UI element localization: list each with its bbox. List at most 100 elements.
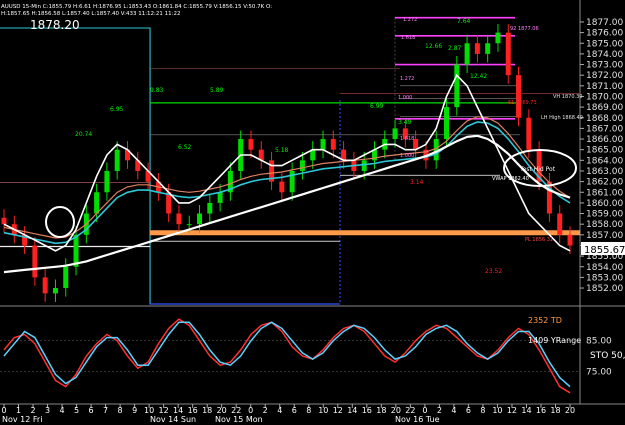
x-tick-label: 5 (74, 406, 79, 415)
x-tick-label: 18 (550, 406, 560, 415)
y-tick-label: 1858.00 (586, 220, 623, 230)
candle-body (176, 213, 182, 225)
y-tick-label: 1863.00 (586, 167, 623, 177)
level-label: VH 1870.30 (553, 94, 582, 100)
header-big-level: 1878.20 (30, 18, 80, 32)
x-tick-label: 16 (188, 406, 198, 415)
x-tick-label: 8 (118, 406, 123, 415)
y-tick-label: 1866.00 (586, 135, 623, 145)
x-tick-label: 0 (1, 406, 6, 415)
level-label: PL 1856.31 (525, 237, 553, 243)
x-tick-label: 20 (217, 406, 227, 415)
candle-body (186, 224, 192, 226)
x-tick-label: 10 (318, 406, 328, 415)
x-tick-label: 16 (362, 406, 372, 415)
stoch-cyan-line (3, 321, 571, 388)
y-tick-label: 1875.00 (586, 39, 623, 49)
y-tick-label: 1852.00 (586, 284, 623, 294)
annotation-label: 12.42 (470, 73, 487, 80)
y-tick-label: 1872.00 (586, 71, 623, 81)
y-tick-label: 1853.00 (586, 273, 623, 283)
x-tick-label: 20 (391, 406, 401, 415)
date-label: Nov 14 Sun (150, 415, 196, 424)
candle-body (42, 277, 48, 294)
candle-body (454, 64, 460, 108)
candle-body (197, 213, 203, 225)
annotation-label: 5.18 (275, 147, 289, 154)
y-tick-label: 1861.00 (586, 188, 623, 198)
x-tick-label: 7 (103, 406, 108, 415)
y-tick-label: 1854.00 (586, 263, 623, 273)
candle-body (207, 202, 213, 214)
candle-body (217, 192, 223, 203)
fib-label: 1.618 (400, 136, 414, 142)
x-tick-label: 20 (565, 406, 575, 415)
chart-window: 1852.001853.001854.001855.001856.001857.… (0, 0, 625, 425)
x-tick-label: 16 (536, 406, 546, 415)
annotation-label: 6.99 (370, 103, 384, 110)
x-tick-label: 2 (263, 406, 268, 415)
y-tick-label: 1874.00 (586, 50, 623, 60)
fib-label: 1.272 (403, 17, 417, 23)
x-tick-label: 3 (45, 406, 50, 415)
candle-body (63, 266, 69, 289)
x-tick-label: 10 (144, 406, 154, 415)
x-tick-label: 12 (507, 406, 517, 415)
y-tick-label: 1877.00 (586, 18, 623, 28)
annotation-label: 12.66 (425, 43, 442, 50)
candle-body (320, 139, 326, 150)
x-tick-label: 18 (202, 406, 212, 415)
candle-body (279, 181, 285, 193)
candle-body (464, 43, 470, 65)
annotation-label: 6.52 (178, 144, 192, 151)
x-tick-label: 2 (30, 406, 35, 415)
candle-body (330, 139, 336, 150)
y-tick-label: 1865.00 (586, 146, 623, 156)
date-label: Nov 12 Fri (2, 415, 42, 424)
fib-label: 1.618 (401, 35, 415, 41)
annotation-label: 23.52 (485, 268, 502, 275)
x-tick-label: 14 (173, 406, 183, 415)
y-tick-label: 1860.00 (586, 199, 623, 209)
callout-text: Test Hid Pot (519, 166, 556, 173)
x-tick-label: 22 (231, 406, 241, 415)
x-tick-label: 18 (376, 406, 386, 415)
annotation-label: 2.87 (448, 45, 462, 52)
x-tick-label: 0 (248, 406, 253, 415)
x-tick-label: 14 (521, 406, 531, 415)
ma-white-line (3, 73, 571, 252)
stoch-red-line (3, 318, 571, 394)
candle-body (1, 217, 7, 225)
annotation-label: 7.64 (457, 18, 471, 25)
x-tick-label: 8 (306, 406, 311, 415)
candle-body (114, 149, 120, 171)
annotation-label: 3.49 (398, 119, 412, 126)
annotation-label: 9.83 (150, 87, 164, 94)
candle-body (485, 43, 491, 54)
x-tick-label: 10 (492, 406, 502, 415)
x-tick-label: 4 (451, 406, 456, 415)
candle-body (94, 192, 100, 214)
level-label: 61 1869.73 (508, 100, 537, 106)
y-tick-label: 1859.00 (586, 210, 623, 220)
candle-body (361, 160, 367, 171)
y-tick-label: 1870.00 (586, 92, 623, 102)
stoch-tick-label: 85.00 (586, 337, 612, 347)
highlight-circle (45, 206, 75, 238)
last-price-label: 1855.67 (584, 245, 625, 256)
stoch-label: STO 50, (590, 351, 625, 361)
fib-label: 1.000 (400, 153, 414, 159)
annotation-label: 3.14 (410, 179, 424, 186)
candle-body (73, 234, 79, 267)
candle-body (104, 170, 110, 193)
x-tick-label: 6 (466, 406, 471, 415)
y-tick-label: 1871.00 (586, 82, 623, 92)
y-tick-label: 1873.00 (586, 61, 623, 71)
level-label: VWAP 1862.40 (492, 176, 529, 182)
y-tick-label: 1857.00 (586, 231, 623, 241)
y-tick-label: 1864.00 (586, 156, 623, 166)
candle-body (474, 43, 480, 54)
fib-label: 1.272 (400, 76, 414, 82)
annotation-label: 5.89 (210, 87, 224, 94)
header-quote-2: H:1857.65 H:1856.58 L:1857.40 L:1857.40 … (1, 11, 181, 17)
